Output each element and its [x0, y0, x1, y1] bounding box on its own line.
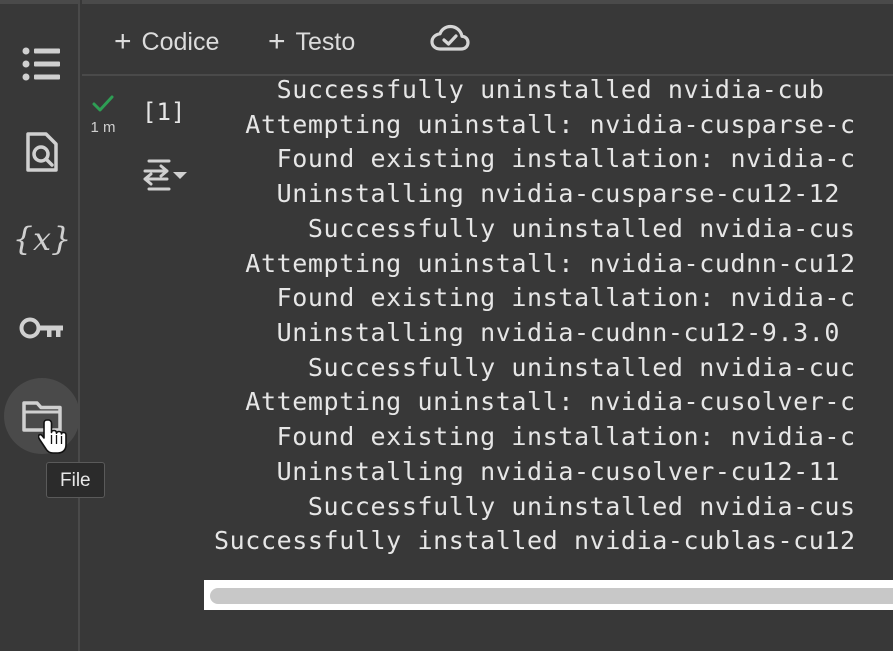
- secrets-button[interactable]: [4, 290, 80, 366]
- plus-icon: +: [268, 25, 286, 58]
- left-sidebar: {x}: [0, 0, 80, 651]
- list-icon: [22, 47, 60, 81]
- cell-status: 1 m: [86, 94, 120, 136]
- add-code-button[interactable]: + Codice: [114, 24, 219, 60]
- variables-icon: {x}: [12, 220, 72, 258]
- add-text-button[interactable]: + Testo: [268, 24, 355, 60]
- tooltip-text: File: [60, 470, 91, 491]
- output-line: Uninstalling nvidia-cusparse-cu12-12: [214, 179, 841, 208]
- cell-output: Successfully uninstalled nvidia-cub Atte…: [214, 72, 893, 567]
- colab-notebook: {x} File + Codice + Testo 1 m [1] Succes…: [0, 0, 893, 651]
- execution-count[interactable]: [1]: [142, 98, 185, 126]
- output-line: Successfully uninstalled nvidia-cus: [214, 492, 856, 521]
- output-actions-icon[interactable]: [143, 158, 189, 192]
- output-line: Uninstalling nvidia-cudnn-cu12-9.3.0: [214, 318, 841, 347]
- output-line: Attempting uninstall: nvidia-cudnn-cu12: [214, 249, 856, 278]
- output-line: Uninstalling nvidia-cusolver-cu12-11: [214, 457, 841, 486]
- output-line: Found existing installation: nvidia-c: [214, 283, 856, 312]
- output-line: Attempting uninstall: nvidia-cusolver-c: [214, 387, 856, 416]
- scrollbar-thumb[interactable]: [210, 588, 893, 604]
- find-button[interactable]: [4, 114, 80, 190]
- horizontal-scrollbar[interactable]: [204, 580, 893, 610]
- plus-icon: +: [114, 25, 132, 58]
- key-icon: [19, 317, 63, 339]
- cloud-check-icon[interactable]: [430, 22, 470, 54]
- add-text-label: Testo: [295, 27, 356, 56]
- add-code-label: Codice: [141, 27, 220, 56]
- output-line: Successfully uninstalled nvidia-cus: [214, 214, 856, 243]
- hand-cursor-icon: [38, 419, 67, 454]
- output-line: Attempting uninstall: nvidia-cusparse-c: [214, 110, 856, 139]
- output-line: Successfully installed nvidia-cublas-cu1…: [214, 526, 856, 555]
- output-line: Successfully uninstalled nvidia-cuc: [214, 353, 856, 382]
- files-tooltip: File: [46, 462, 105, 498]
- table-of-contents-button[interactable]: [4, 26, 80, 102]
- check-icon: [92, 95, 114, 112]
- execution-time: 1 m: [90, 119, 116, 136]
- variables-button[interactable]: {x}: [4, 201, 80, 277]
- output-line: Found existing installation: nvidia-c: [214, 144, 856, 173]
- notebook-toolbar: + Codice + Testo: [82, 0, 893, 76]
- output-line: Successfully uninstalled nvidia-cub: [214, 75, 825, 104]
- output-line: Found existing installation: nvidia-c: [214, 422, 856, 451]
- document-search-icon: [26, 132, 58, 172]
